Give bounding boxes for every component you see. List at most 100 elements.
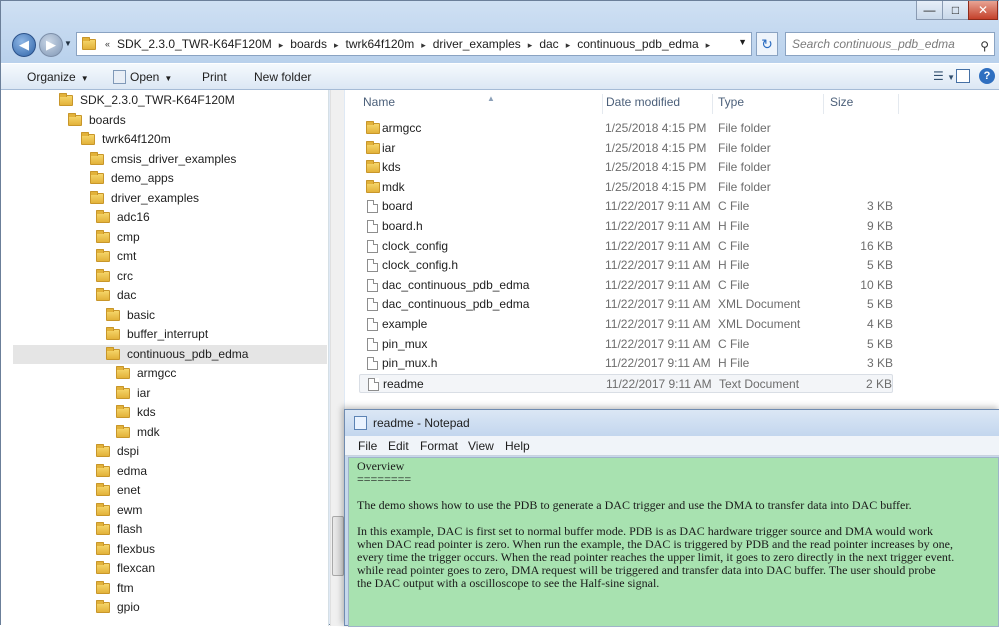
- tree-item[interactable]: twrk64f120m: [1, 130, 327, 149]
- column-header-type[interactable]: Type: [712, 94, 824, 114]
- refresh-button[interactable]: ↻: [756, 32, 778, 56]
- breadcrumb-separator-icon[interactable]: ▸: [703, 40, 714, 50]
- explorer-window: — □ ✕ ◀ ▶ ▼ « SDK_2.3.0_TWR-K64F120M ▸ boa…: [0, 0, 999, 627]
- file-row[interactable]: readme 11/22/2017 9:11 AM Text Document 2 K…: [359, 373, 893, 393]
- file-row[interactable]: armgcc 1/25/2018 4:15 PM File folder: [359, 119, 893, 138]
- tree-item[interactable]: edma: [1, 462, 327, 481]
- breadcrumb-separator-icon[interactable]: ▸: [563, 40, 574, 50]
- tree-item[interactable]: crc: [1, 267, 327, 286]
- tree-item[interactable]: cmt: [1, 247, 327, 266]
- breadcrumb-item[interactable]: SDK_2.3.0_TWR-K64F120M: [113, 37, 276, 51]
- file-row[interactable]: pin_mux.h 11/22/2017 9:11 AM H File 3 KB: [359, 354, 893, 373]
- file-row[interactable]: mdk 1/25/2018 4:15 PM File folder: [359, 178, 893, 197]
- file-row[interactable]: clock_config 11/22/2017 9:11 AM C File 16 K…: [359, 237, 893, 256]
- file-icon: [368, 377, 379, 391]
- breadcrumb-item[interactable]: dac: [535, 37, 562, 51]
- breadcrumb-item[interactable]: boards: [286, 37, 331, 51]
- overflow-chevron[interactable]: «: [102, 39, 113, 49]
- tree-item[interactable]: enet: [1, 481, 327, 500]
- file-row[interactable]: board 11/22/2017 9:11 AM C File 3 KB: [359, 197, 893, 216]
- tree-item[interactable]: armgcc: [1, 364, 327, 383]
- file-row[interactable]: clock_config.h 11/22/2017 9:11 AM H File 5 …: [359, 256, 893, 275]
- scrollbar-thumb[interactable]: [332, 516, 344, 576]
- tree-item[interactable]: driver_examples: [1, 189, 327, 208]
- tree-item-label: kds: [137, 405, 156, 419]
- chevron-down-icon: ▼: [164, 74, 173, 83]
- new-folder-button[interactable]: New folder: [254, 70, 311, 84]
- file-row[interactable]: dac_continuous_pdb_edma 11/22/2017 9:11 A…: [359, 295, 893, 314]
- tree-item[interactable]: flexbus: [1, 540, 327, 559]
- column-header-name[interactable]: Name ▲: [357, 94, 603, 114]
- menu-format[interactable]: Format: [420, 439, 458, 453]
- change-view-button[interactable]: ☰ ▼: [933, 69, 955, 83]
- address-dropdown-icon[interactable]: ▼: [738, 37, 747, 47]
- menu-file[interactable]: File: [358, 439, 377, 453]
- menu-help[interactable]: Help: [505, 439, 530, 453]
- file-row[interactable]: board.h 11/22/2017 9:11 AM H File 9 KB: [359, 217, 893, 236]
- notepad-menu-bar: File Edit Format View Help: [345, 436, 999, 456]
- tree-item[interactable]: ewm: [1, 501, 327, 520]
- tree-item[interactable]: basic: [1, 306, 327, 325]
- file-row[interactable]: example 11/22/2017 9:11 AM XML Document 4 K…: [359, 315, 893, 334]
- file-row[interactable]: dac_continuous_pdb_edma 11/22/2017 9:11 A…: [359, 276, 893, 295]
- menu-view[interactable]: View: [468, 439, 494, 453]
- tree-item[interactable]: dspi: [1, 442, 327, 461]
- tree-item[interactable]: mdk: [1, 423, 327, 442]
- notepad-title-bar[interactable]: readme - Notepad: [345, 410, 999, 436]
- breadcrumb-separator-icon[interactable]: ▸: [276, 40, 287, 50]
- notepad-text-area[interactable]: Overview ======== The demo shows how to us…: [348, 457, 999, 627]
- file-name: dac_continuous_pdb_edma: [382, 297, 530, 312]
- print-button[interactable]: Print: [202, 70, 227, 84]
- open-button[interactable]: Open ▼: [113, 70, 172, 84]
- tree-item[interactable]: SDK_2.3.0_TWR-K64F120M: [1, 91, 327, 110]
- tree-item[interactable]: boards: [1, 111, 327, 130]
- file-icon: [367, 318, 378, 331]
- file-row[interactable]: iar 1/25/2018 4:15 PM File folder: [359, 139, 893, 158]
- tree-item[interactable]: flexcan: [1, 559, 327, 578]
- file-row[interactable]: kds 1/25/2018 4:15 PM File folder: [359, 158, 893, 177]
- column-header-size[interactable]: Size: [824, 94, 899, 114]
- file-date: 11/22/2017 9:11 AM: [605, 317, 711, 331]
- minimize-button[interactable]: —: [916, 1, 943, 20]
- forward-button[interactable]: ▶: [39, 33, 63, 57]
- search-input[interactable]: Search continuous_pdb_edma ⚲: [785, 32, 995, 56]
- recent-pages-dropdown[interactable]: ▼: [64, 39, 72, 48]
- file-row[interactable]: pin_mux 11/22/2017 9:11 AM C File 5 KB: [359, 335, 893, 354]
- tree-item[interactable]: iar: [1, 384, 327, 403]
- breadcrumb-separator-icon[interactable]: ▸: [331, 40, 342, 50]
- back-button[interactable]: ◀: [12, 33, 36, 57]
- preview-pane-button[interactable]: [956, 69, 970, 83]
- file-date: 11/22/2017 9:11 AM: [605, 356, 711, 371]
- tree-item[interactable]: continuous_pdb_edma: [13, 344, 327, 364]
- folder-icon: [366, 121, 380, 134]
- tree-item[interactable]: ftm: [1, 579, 327, 598]
- column-header-date[interactable]: Date modified: [600, 94, 713, 114]
- file-name: pin_mux.h: [382, 356, 438, 371]
- notepad-icon: [354, 416, 367, 430]
- menu-edit[interactable]: Edit: [388, 439, 409, 453]
- tree-item[interactable]: flash: [1, 520, 327, 539]
- breadcrumb-separator-icon[interactable]: ▸: [525, 40, 536, 50]
- file-type: C File: [718, 238, 750, 253]
- tree-item[interactable]: cmp: [1, 228, 327, 247]
- maximize-button[interactable]: □: [942, 1, 969, 20]
- tree-item-label: twrk64f120m: [102, 132, 171, 146]
- tree-item[interactable]: cmsis_driver_examples: [1, 150, 327, 169]
- tree-item[interactable]: dac: [1, 286, 327, 305]
- folder-icon: [68, 112, 82, 126]
- tree-item[interactable]: buffer_interrupt: [1, 325, 327, 344]
- organize-button[interactable]: Organize ▼: [27, 70, 89, 84]
- folder-icon: [366, 179, 380, 193]
- address-bar[interactable]: « SDK_2.3.0_TWR-K64F120M ▸ boards ▸ twrk64f1…: [76, 32, 752, 56]
- breadcrumb-separator-icon[interactable]: ▸: [418, 40, 429, 50]
- nav-scrollbar[interactable]: [330, 90, 344, 626]
- close-button[interactable]: ✕: [968, 1, 998, 20]
- breadcrumb-item[interactable]: twrk64f120m: [342, 37, 419, 51]
- tree-item[interactable]: adc16: [1, 208, 327, 227]
- tree-item[interactable]: kds: [1, 403, 327, 422]
- breadcrumb-item[interactable]: continuous_pdb_edma: [573, 37, 702, 51]
- tree-item[interactable]: demo_apps: [1, 169, 327, 188]
- breadcrumb-item[interactable]: driver_examples: [429, 37, 525, 51]
- help-icon[interactable]: ?: [979, 68, 995, 84]
- tree-item[interactable]: gpio: [1, 598, 327, 617]
